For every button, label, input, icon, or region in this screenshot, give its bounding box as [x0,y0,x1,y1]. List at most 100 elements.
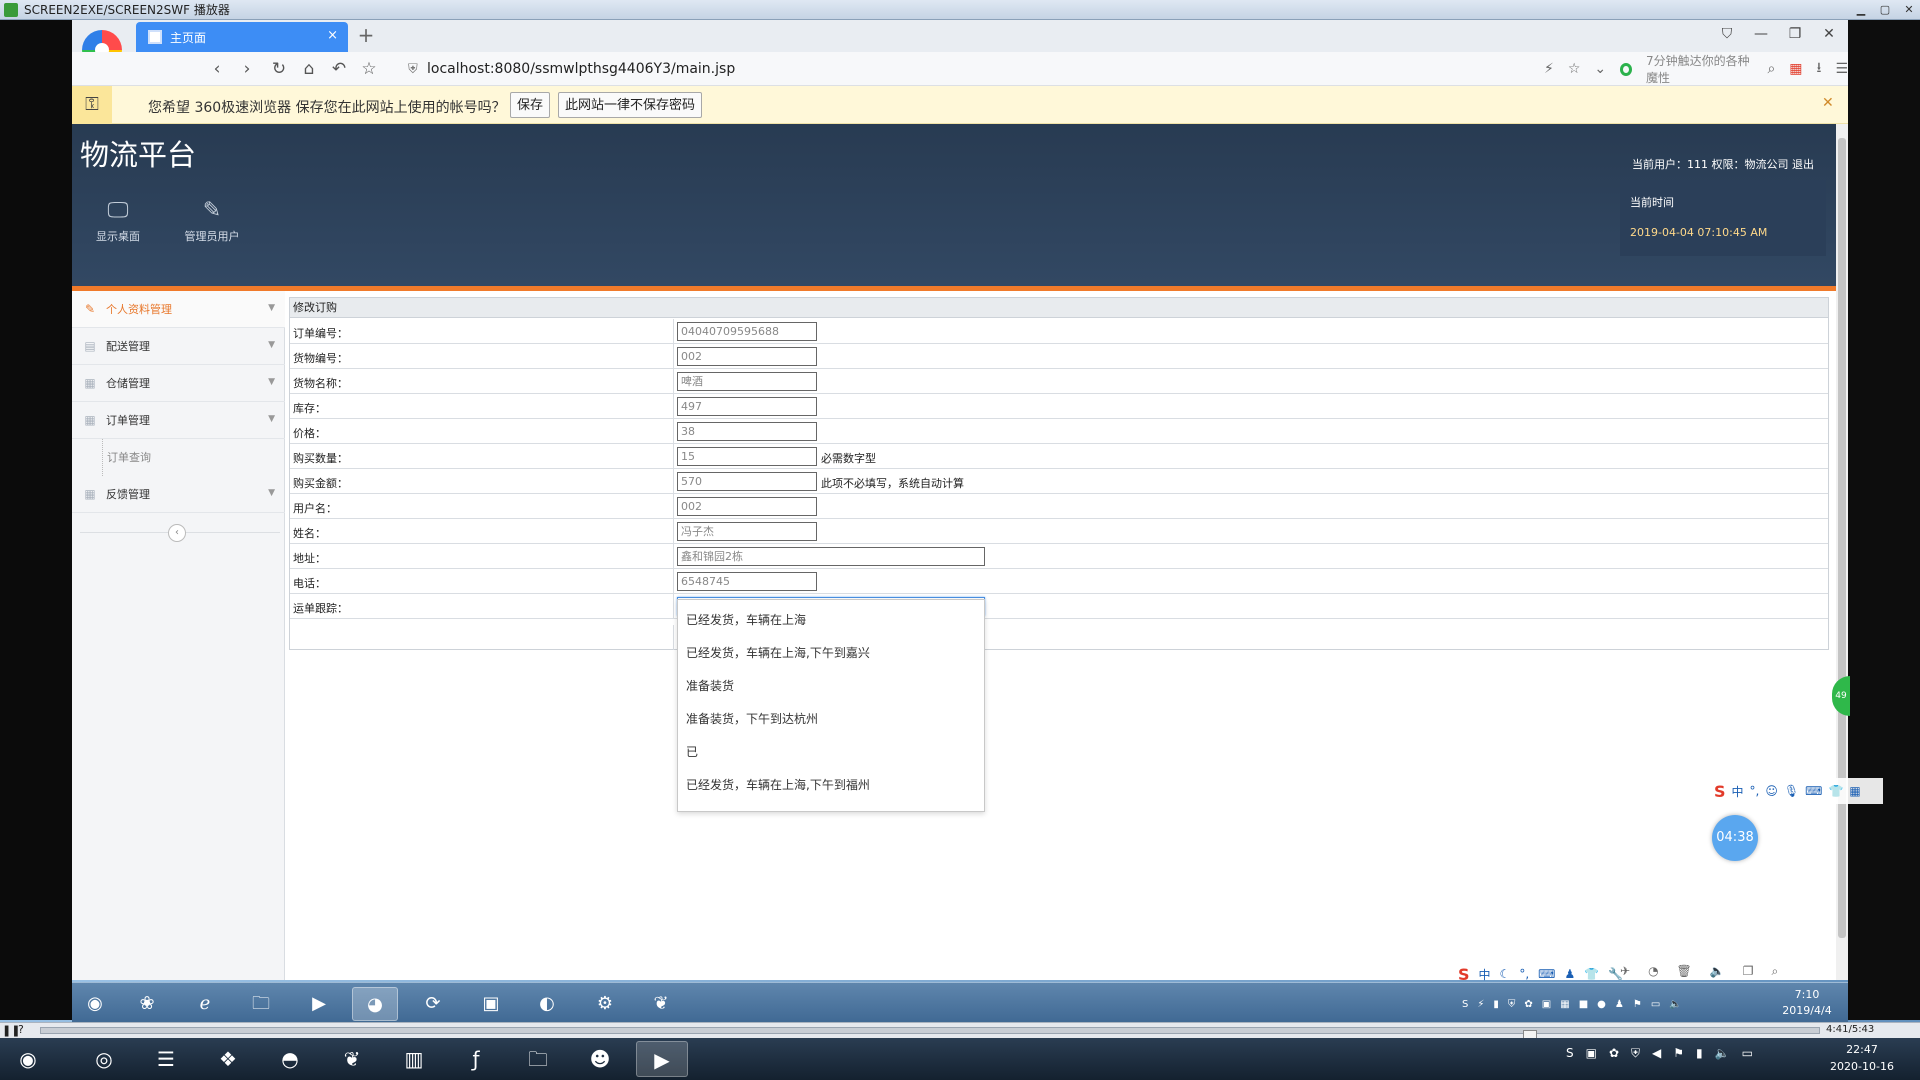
maximize-icon[interactable]: ▢ [1874,2,1896,17]
green-app-icon[interactable]: ◐ [524,987,570,1021]
colorful-app-icon[interactable]: ❀ [124,987,170,1021]
volume-icon[interactable]: 🔈 [1710,964,1725,979]
amount-input[interactable]: 570 [677,472,817,491]
zoom-icon[interactable]: ⌕ [1772,964,1779,979]
sogou-logo-icon[interactable]: S [1714,782,1726,801]
media-player-icon[interactable]: ▶ [296,987,342,1021]
start-orb-icon[interactable]: ◉ [72,987,118,1021]
tray-icon[interactable]: ⛨ [1508,999,1516,1010]
chrome-icon[interactable]: ◎ [78,1041,130,1077]
skin-shirt-icon[interactable]: 👕 [1584,967,1599,981]
moon-icon[interactable]: ☾ [1500,967,1511,981]
punctuation-icon[interactable]: °, [1519,967,1529,981]
browser-taskbar-icon[interactable]: ◕ [352,987,398,1021]
tray-icon[interactable]: ▣ [1586,1046,1597,1061]
punctuation-icon[interactable]: °, [1750,784,1760,798]
address-input[interactable]: 鑫和锦园2栋 [677,547,985,566]
ime-mode[interactable]: 中 [1732,783,1744,800]
flash-icon[interactable]: ƒ [450,1041,502,1077]
tray-icon[interactable]: S [1462,999,1468,1010]
autocomplete-option[interactable]: 已经发货，车辆在上海 [678,604,984,637]
help-icon[interactable]: ? [18,1023,24,1036]
tray-icon[interactable]: ⚑ [1673,1046,1684,1061]
order-no-input[interactable]: 04040709595688 [677,322,817,341]
show-desktop-button[interactable]: 🖵 显示桌面 [78,194,158,244]
volume-icon[interactable]: 🔈 [1669,999,1681,1010]
autocomplete-option[interactable]: 已经发货，车辆在上海,下午到嘉兴 [678,637,984,670]
trash-icon[interactable]: 🗑 [1677,964,1692,979]
autocomplete-option[interactable]: 准备装货，下午到达杭州 [678,703,984,736]
sidebar-item-delivery[interactable]: ▤ 配送管理 ▼ [72,328,285,365]
microphone-icon[interactable]: 🎙 [1784,784,1799,798]
ime-mode-secondary[interactable]: 中 [1479,966,1491,983]
timer-bubble[interactable]: 04:38 [1712,815,1758,861]
quantity-input[interactable]: 15 [677,447,817,466]
tray-icon[interactable]: ■ [1579,999,1588,1010]
network-icon[interactable]: ▭ [1651,999,1660,1010]
skin-shirt-icon[interactable]: 👕 [1828,784,1843,798]
keyboard-icon[interactable]: ⌨ [1805,784,1822,798]
tray-icon[interactable]: ▣ [1542,999,1551,1010]
keyboard-icon[interactable]: ⌨ [1538,967,1555,981]
minimize-icon[interactable]: ▁ [1850,2,1872,17]
window-icon[interactable]: ❐ [1743,964,1754,979]
qq-icon[interactable]: ☻ [574,1041,626,1077]
tray-icon[interactable]: S [1566,1046,1574,1061]
tray-icon[interactable]: ▮ [1696,1046,1703,1061]
eclipse-icon[interactable]: ☰ [140,1041,192,1077]
emoji-icon[interactable]: ☺ [1765,784,1778,798]
seek-bar[interactable] [40,1027,1820,1041]
network-icon[interactable]: ▭ [1742,1046,1753,1061]
ie-icon[interactable]: ℯ [182,987,228,1021]
username-input[interactable]: 002 [677,497,817,516]
page-scrollbar[interactable] [1836,124,1848,980]
goods-no-input[interactable]: 002 [677,347,817,366]
goods-name-input[interactable]: 啤酒 [677,372,817,391]
search-app-icon[interactable]: ◓ [264,1041,316,1077]
autocomplete-option[interactable]: 准备装货 [678,670,984,703]
tray-icon[interactable]: ▮ [1493,999,1499,1010]
autocomplete-option[interactable]: 已经发货，车辆在上海,下午到福州 [678,769,984,802]
sync-icon[interactable]: ⟳ [410,987,456,1021]
tray-icon[interactable]: ● [1597,999,1606,1010]
outer-clock[interactable]: 22:47 2020-10-16 [1820,1041,1904,1075]
sogou-logo-icon[interactable]: S [1458,965,1470,984]
inner-clock[interactable]: 7:10 2019/4/4 [1772,987,1842,1019]
tray-icon[interactable]: ♟ [1615,999,1624,1010]
sidebar-item-orders[interactable]: ▦ 订单管理 ▼ [72,402,285,439]
autocomplete-option[interactable]: 已 [678,736,984,769]
scrollbar-thumb[interactable] [1838,138,1846,938]
menu-icon[interactable]: ☰ [1835,61,1848,77]
user-icon[interactable]: ♟ [1564,967,1575,981]
sidebar-subitem-order-query[interactable]: 订单查询 [102,439,282,476]
tray-icon[interactable]: ✿ [1609,1046,1619,1061]
network-app-icon[interactable]: ❖ [202,1041,254,1077]
user-info[interactable]: 当前用户：111 权限：物流公司 退出 [1632,156,1814,172]
price-input[interactable]: 38 [677,422,817,441]
volume-icon[interactable]: 🔈 [1715,1046,1730,1061]
stock-input[interactable]: 497 [677,397,817,416]
name-input[interactable]: 冯子杰 [677,522,817,541]
collapse-sidebar-icon[interactable]: ‹ [168,524,186,542]
sidebar-item-feedback[interactable]: ▦ 反馈管理 ▼ [72,476,285,513]
tray-icon[interactable]: ▦ [1560,999,1569,1010]
chart-app-icon[interactable]: ▥ [388,1041,440,1077]
sidebar-item-warehouse[interactable]: ▦ 仓储管理 ▼ [72,365,285,402]
admin-user-button[interactable]: ✎ 管理员用户 [172,194,252,244]
start-orb-icon[interactable]: ◉ [2,1041,54,1077]
leaf-app-icon[interactable]: ❦ [326,1041,378,1077]
terminal-icon[interactable]: ▣ [468,987,514,1021]
tray-icon[interactable]: ⚡ [1477,999,1484,1010]
tray-icon[interactable]: ⚑ [1633,999,1642,1010]
player-taskbar-icon[interactable]: ▶ [636,1041,688,1077]
folder-icon[interactable]: 🗀 [512,1041,564,1077]
folder-icon[interactable]: 🗀 [238,987,284,1021]
history-icon[interactable]: ◔ [1648,964,1658,979]
tray-icon[interactable]: ⛨ [1631,1046,1640,1061]
toolbox-icon[interactable]: ▦ [1849,784,1860,798]
leaf-app-icon[interactable]: ❦ [638,987,684,1021]
tray-icon[interactable]: ✿ [1524,999,1532,1010]
tray-icon[interactable]: ◀ [1652,1046,1661,1061]
close-icon[interactable]: ✕ [1898,2,1920,17]
sidebar-item-profile[interactable]: ✎ 个人资料管理 ▼ [72,291,285,328]
